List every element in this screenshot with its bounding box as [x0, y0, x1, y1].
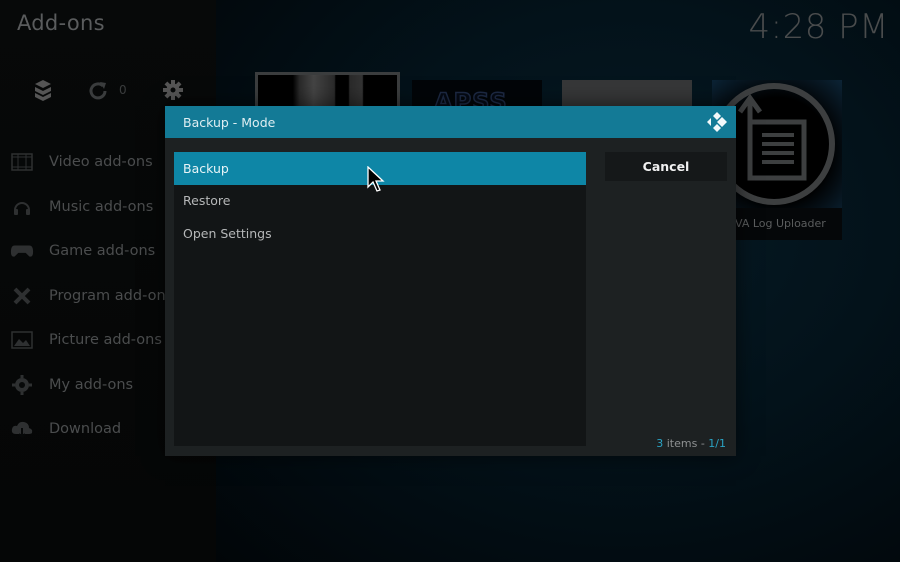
- sidebar-item-label: Program add-ons: [49, 287, 174, 304]
- kodi-logo-icon: [706, 111, 728, 133]
- sidebar-item-label: Game add-ons: [49, 243, 156, 260]
- mode-list: Backup Restore Open Settings: [174, 152, 586, 446]
- tools-icon: [10, 284, 34, 308]
- items-count-label: items -: [663, 437, 709, 450]
- gear-icon[interactable]: [163, 78, 183, 106]
- cloud-download-icon: [10, 417, 34, 441]
- items-count: 3 items - 1/1: [656, 437, 726, 450]
- sidebar-item-label: Music add-ons: [49, 198, 154, 215]
- gamepad-icon: [10, 239, 34, 263]
- mouse-pointer-icon: [367, 165, 387, 194]
- sidebar-item-label: Picture add-ons: [49, 332, 162, 349]
- picture-icon: [10, 328, 34, 352]
- sidebar-item-label: Video add-ons: [49, 154, 153, 171]
- film-icon: [10, 150, 34, 174]
- sidebar-item-label: My add-ons: [49, 376, 134, 393]
- backup-mode-dialog: Backup - Mode Backup Restore Open Settin…: [165, 106, 736, 456]
- dialog-title: Backup - Mode: [183, 115, 276, 130]
- sidebar-item-label: Download: [49, 421, 122, 438]
- dialog-header: Backup - Mode: [165, 106, 736, 138]
- page-indicator: 1/1: [708, 437, 726, 450]
- refresh-icon[interactable]: [88, 78, 108, 106]
- settings-tools-icon: [10, 373, 34, 397]
- headphones-icon: [10, 195, 34, 219]
- list-item-open-settings[interactable]: Open Settings: [174, 217, 586, 250]
- page-title: Add-ons: [17, 11, 105, 35]
- cancel-button[interactable]: Cancel: [605, 152, 727, 181]
- addon-box-icon[interactable]: [33, 78, 53, 106]
- refresh-count: 0: [119, 83, 127, 97]
- clock: 4:28 PM: [748, 7, 889, 47]
- top-toolbar: 0: [0, 78, 216, 106]
